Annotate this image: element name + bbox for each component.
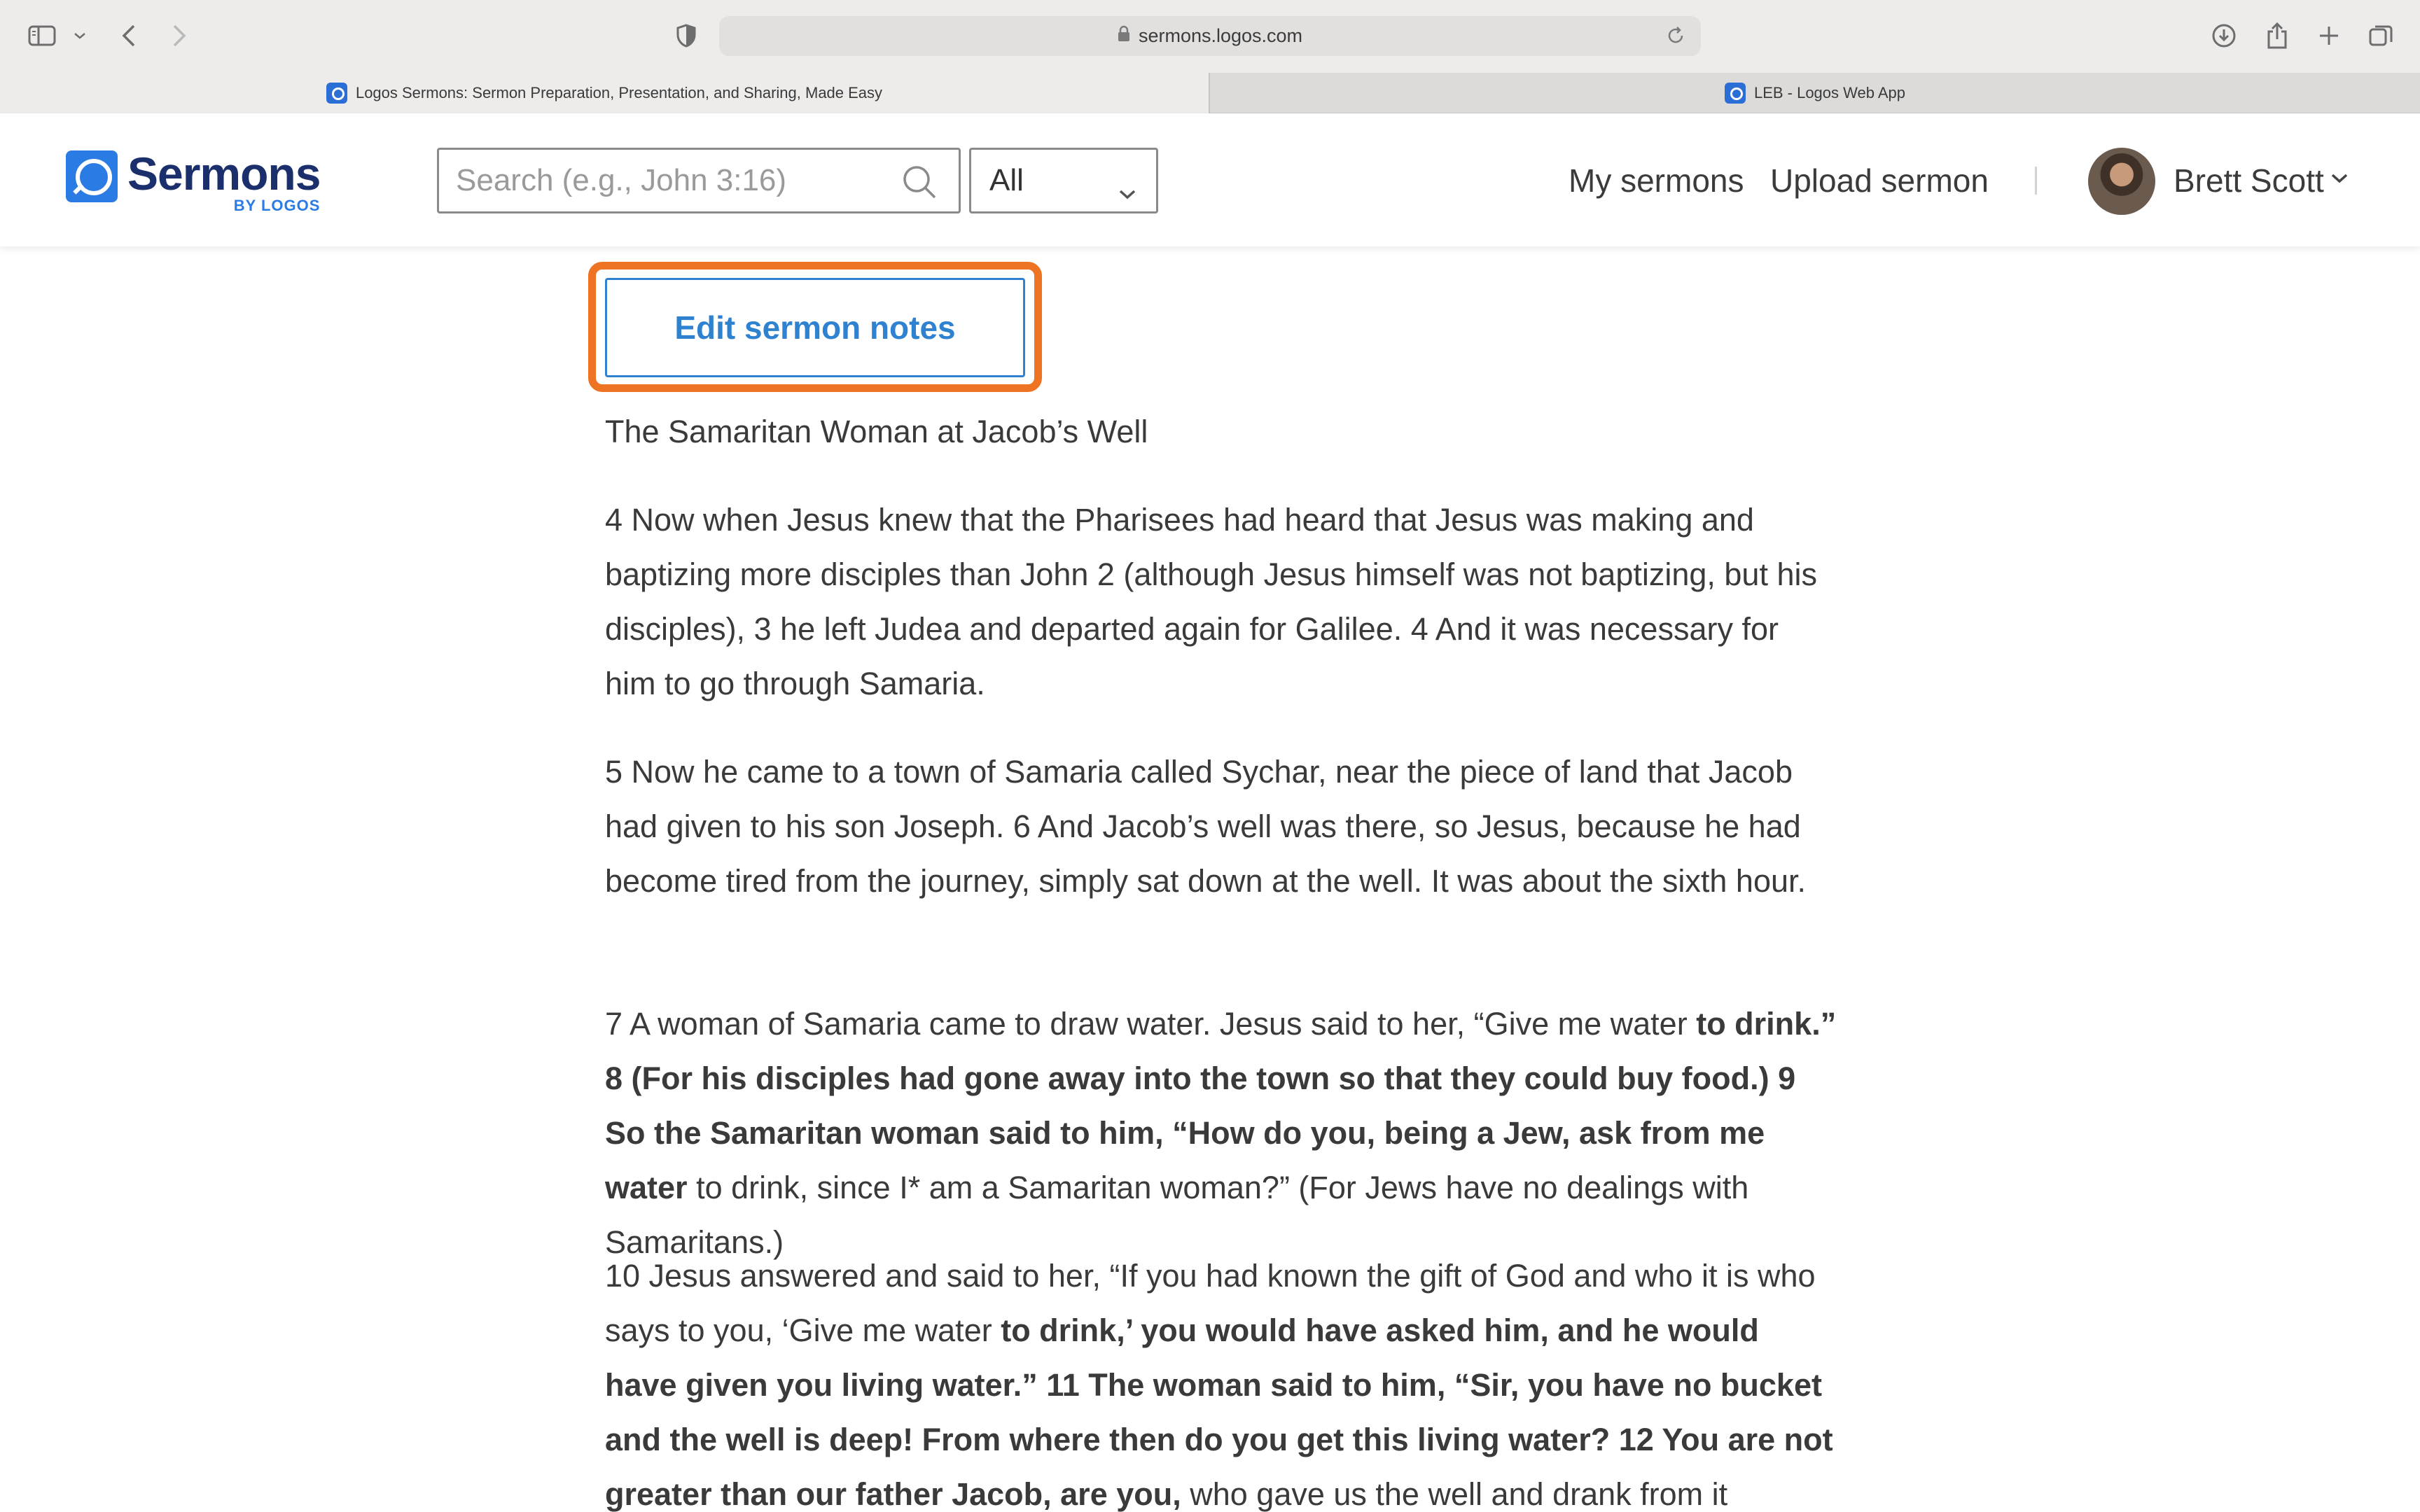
avatar[interactable] <box>2088 148 2155 215</box>
lock-icon <box>1118 25 1130 47</box>
logos-favicon-icon <box>1724 83 1746 104</box>
logo-byline: BY LOGOS <box>233 197 321 214</box>
site-header: Sermons BY LOGOS Search (e.g., John 3:16… <box>0 113 2420 246</box>
verse-text: 4 Now when Jesus knew that the Pharisees… <box>605 502 1817 701</box>
passage-heading: The Samaritan Woman at Jacob’s Well <box>605 414 1148 449</box>
nav-divider <box>2035 167 2037 195</box>
tab-divider <box>1209 73 1210 113</box>
share-icon[interactable] <box>2262 18 2293 53</box>
search-scope-value: All <box>989 163 1024 197</box>
passage-paragraph: 7 A woman of Samaria came to draw water.… <box>605 997 1837 1270</box>
privacy-shield-icon[interactable] <box>672 18 700 53</box>
back-icon[interactable] <box>115 18 143 53</box>
search-placeholder: Search (e.g., John 3:16) <box>456 163 787 197</box>
verse-text: 7 A woman of Samaria came to draw water.… <box>605 1006 1697 1042</box>
tab-leb-logos-web-app[interactable]: LEB - Logos Web App <box>1210 73 2420 113</box>
tab-label: LEB - Logos Web App <box>1753 84 1906 102</box>
search-icon[interactable] <box>901 164 938 208</box>
chevron-down-icon[interactable] <box>70 18 90 53</box>
search-input[interactable]: Search (e.g., John 3:16) <box>437 148 961 214</box>
edit-sermon-notes-button[interactable]: Edit sermon notes <box>605 278 1025 377</box>
reload-icon[interactable] <box>1666 26 1685 50</box>
new-tab-icon[interactable] <box>2314 18 2344 53</box>
tab-label: Logos Sermons: Sermon Preparation, Prese… <box>355 84 883 102</box>
tab-strip: Logos Sermons: Sermon Preparation, Prese… <box>0 73 2420 113</box>
my-sermons-link[interactable]: My sermons <box>1569 155 1744 206</box>
url-text: sermons.logos.com <box>1138 25 1303 46</box>
verse-text: to drink, since I* am a Samaritan woman?… <box>605 1170 1749 1260</box>
chevron-down-icon <box>1118 174 1136 209</box>
passage-paragraph: 10 Jesus answered and said to her, “If y… <box>605 1249 1837 1512</box>
downloads-icon[interactable] <box>2209 18 2239 53</box>
passage-paragraph: 5 Now he came to a town of Samaria calle… <box>605 745 1837 909</box>
verse-text: 5 Now he came to a town of Samaria calle… <box>605 754 1807 899</box>
chevron-down-icon[interactable] <box>2330 172 2349 188</box>
passage-paragraph: 4 Now when Jesus knew that the Pharisees… <box>605 493 1837 711</box>
user-name[interactable]: Brett Scott <box>2174 155 2324 206</box>
browser-toolbar: sermons.logos.com <box>0 0 2420 73</box>
sidebar-toggle-icon[interactable] <box>27 18 57 53</box>
sermons-logo[interactable]: Sermons BY LOGOS <box>66 148 321 215</box>
tab-logos-sermons[interactable]: Logos Sermons: Sermon Preparation, Prese… <box>0 73 1209 113</box>
forward-icon[interactable] <box>165 18 193 53</box>
logos-logo-icon <box>66 150 118 202</box>
logo-wordmark: Sermons <box>127 148 321 200</box>
upload-sermon-link[interactable]: Upload sermon <box>1770 155 1989 206</box>
address-bar[interactable]: sermons.logos.com <box>719 16 1701 56</box>
search-scope-select[interactable]: All <box>969 148 1158 214</box>
logos-favicon-icon <box>326 83 347 104</box>
tab-overview-icon[interactable] <box>2365 18 2396 53</box>
